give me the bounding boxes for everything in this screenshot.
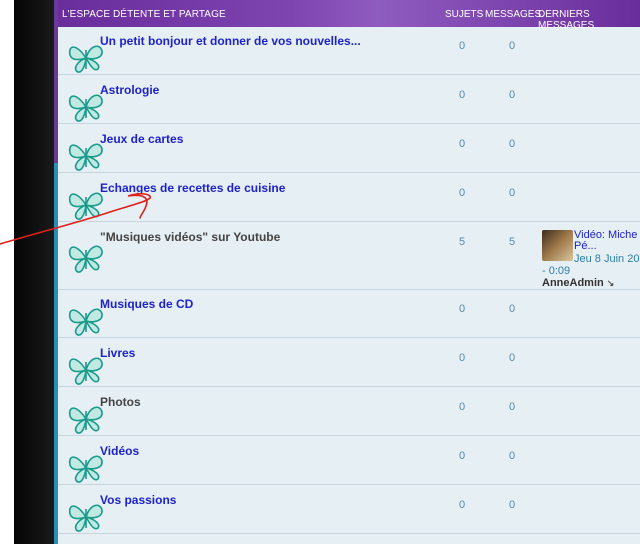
- messages-count: 0: [509, 352, 516, 364]
- forum-row: Echanges de recettes de cuisine 0 0: [58, 174, 640, 222]
- sujets-count: 0: [459, 89, 466, 101]
- forum-title-link[interactable]: Astrologie: [100, 83, 159, 97]
- sujets-count: 0: [459, 401, 466, 413]
- butterfly-icon: [68, 245, 103, 273]
- forum-title-link[interactable]: Livres: [100, 346, 135, 360]
- forum-title-link[interactable]: Musiques de CD: [100, 297, 193, 311]
- forum-title-link[interactable]: Jeux de cartes: [100, 132, 183, 146]
- forum-category-table: L'ESPACE DÉTENTE ET PARTAGE SUJETS MESSA…: [58, 0, 640, 544]
- forum-row: Musiques de CD 0 0: [58, 290, 640, 338]
- forum-row: Un petit bonjour et donner de vos nouvel…: [58, 27, 640, 75]
- column-header-sujets: SUJETS: [445, 9, 484, 20]
- forum-title-link[interactable]: Vos passions: [100, 493, 176, 507]
- sujets-count: 0: [459, 138, 466, 150]
- sujets-count: 0: [459, 499, 466, 511]
- forum-title-link[interactable]: "Musiques vidéos" sur Youtube: [100, 230, 280, 244]
- messages-count: 0: [509, 401, 516, 413]
- forum-row: Livres 0 0: [58, 339, 640, 387]
- messages-count: 0: [509, 138, 516, 150]
- category-title[interactable]: L'ESPACE DÉTENTE ET PARTAGE: [62, 9, 226, 20]
- sujets-count: 0: [459, 450, 466, 462]
- category-header: L'ESPACE DÉTENTE ET PARTAGE SUJETS MESSA…: [58, 0, 640, 31]
- last-post-user-link[interactable]: AnneAdmin ↘: [542, 277, 614, 289]
- forum-row: Jeux de cartes 0 0: [58, 125, 640, 173]
- messages-count: 5: [509, 236, 516, 248]
- messages-count: 0: [509, 499, 516, 511]
- sujets-count: 0: [459, 352, 466, 364]
- forum-title-link[interactable]: Echanges de recettes de cuisine: [100, 181, 285, 195]
- last-post-time: - 0:09: [542, 265, 571, 277]
- forum-row: Vos passions 0 0: [58, 486, 640, 534]
- page-margin: [0, 0, 14, 544]
- sujets-count: 5: [459, 236, 466, 248]
- forum-row: "Musiques vidéos" sur Youtube 5 5 Vidéo:…: [58, 223, 640, 290]
- messages-count: 0: [509, 303, 516, 315]
- sujets-count: 0: [459, 303, 466, 315]
- forum-title-link[interactable]: Photos: [100, 395, 141, 409]
- messages-count: 0: [509, 40, 516, 52]
- sujets-count: 0: [459, 187, 466, 199]
- last-post-user[interactable]: AnneAdmin: [542, 277, 604, 289]
- messages-count: 0: [509, 450, 516, 462]
- column-header-messages: MESSAGES: [485, 9, 542, 20]
- forum-row: Astrologie 0 0: [58, 76, 640, 124]
- last-post-title-line-2[interactable]: Pé...: [574, 241, 597, 252]
- avatar[interactable]: [542, 230, 573, 261]
- forum-title-link[interactable]: Vidéos: [100, 444, 139, 458]
- sujets-count: 0: [459, 40, 466, 52]
- dark-side-border: [14, 0, 54, 544]
- last-post-date: Jeu 8 Juin 20: [574, 253, 640, 265]
- goto-last-post-icon[interactable]: ↘: [607, 278, 615, 289]
- messages-count: 0: [509, 187, 516, 199]
- forum-row: Vidéos 0 0: [58, 437, 640, 485]
- forum-row: Photos 0 0: [58, 388, 640, 436]
- messages-count: 0: [509, 89, 516, 101]
- forum-title-link[interactable]: Un petit bonjour et donner de vos nouvel…: [100, 34, 361, 48]
